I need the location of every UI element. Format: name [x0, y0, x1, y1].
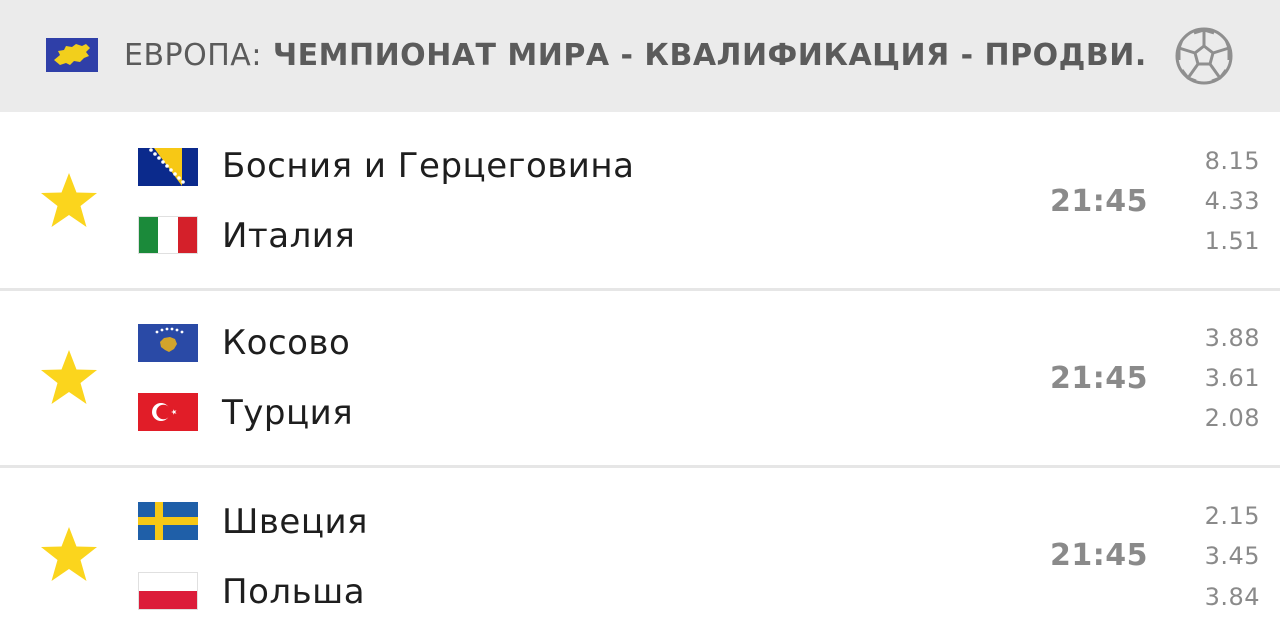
league-header[interactable]: ЕВРОПА: ЧЕМПИОНАТ МИРА - КВАЛИФИКАЦИЯ - …	[0, 0, 1280, 112]
odd-draw[interactable]: 4.33	[1180, 186, 1260, 216]
turkey-flag-icon	[138, 393, 198, 431]
league-name: ЧЕМПИОНАТ МИРА - КВАЛИФИКАЦИЯ - ПРОДВИ..…	[261, 38, 1144, 73]
star-icon[interactable]	[38, 347, 100, 409]
sweden-flag-icon	[138, 502, 198, 540]
italy-flag-icon	[138, 216, 198, 254]
europe-flag-icon	[46, 38, 98, 72]
star-icon[interactable]	[38, 170, 100, 232]
soccer-ball-icon	[1175, 27, 1233, 85]
kosovo-flag-icon	[138, 324, 198, 362]
odd-home[interactable]: 8.15	[1180, 146, 1260, 176]
poland-flag-icon	[138, 572, 198, 610]
home-team-name: Босния и Герцеговина	[222, 146, 635, 186]
match-row[interactable]: Босния и Герцеговина Италия 21:45 8.15 4…	[0, 114, 1280, 290]
star-icon[interactable]	[38, 524, 100, 586]
odd-away[interactable]: 3.84	[1180, 582, 1260, 612]
league-separator: :	[251, 38, 262, 73]
league-region: ЕВРОПА	[124, 38, 252, 73]
match-row[interactable]: Косово Турция 21:45 3.88 3.61 2.08	[0, 291, 1280, 467]
odd-away[interactable]: 2.08	[1180, 403, 1260, 433]
match-row[interactable]: Швеция Польша 21:45 2.15 3.45 3.84	[0, 468, 1280, 644]
odd-home[interactable]: 3.88	[1180, 323, 1260, 353]
match-time: 21:45	[1050, 538, 1148, 573]
match-time: 21:45	[1050, 361, 1148, 396]
odd-draw[interactable]: 3.45	[1180, 541, 1260, 571]
home-team-name: Швеция	[222, 502, 369, 542]
away-team-name: Италия	[222, 216, 356, 256]
odd-draw[interactable]: 3.61	[1180, 363, 1260, 393]
bosnia-flag-icon	[138, 148, 198, 186]
home-team-name: Косово	[222, 323, 351, 363]
odd-home[interactable]: 2.15	[1180, 501, 1260, 531]
odd-away[interactable]: 1.51	[1180, 226, 1260, 256]
match-time: 21:45	[1050, 184, 1148, 219]
away-team-name: Польша	[222, 572, 366, 612]
away-team-name: Турция	[222, 393, 354, 433]
league-title: ЕВРОПА: ЧЕМПИОНАТ МИРА - КВАЛИФИКАЦИЯ - …	[124, 36, 1144, 76]
